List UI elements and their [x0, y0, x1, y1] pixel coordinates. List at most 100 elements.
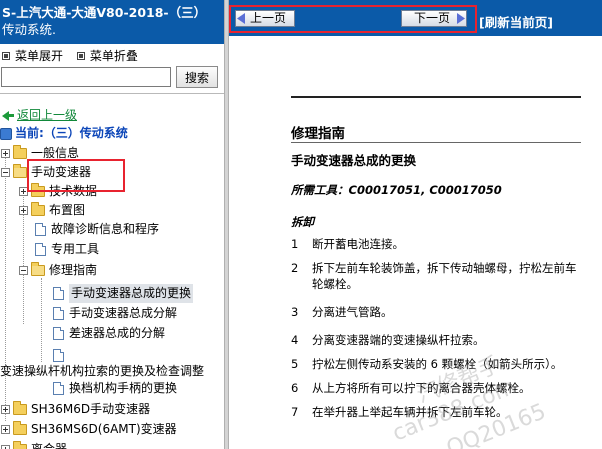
expand-toggle-icon[interactable]	[1, 405, 10, 414]
menu-toggle-row: 菜单展开 菜单折叠	[0, 47, 224, 65]
expand-toggle-icon[interactable]	[1, 425, 10, 434]
document-icon	[35, 243, 46, 256]
document-icon	[53, 327, 64, 340]
search-row: 搜索	[0, 66, 224, 88]
step-item: 2 拆下左前车轮装饰盖，拆下传动轴螺母，拧松左前车轮螺栓。	[291, 260, 581, 292]
collapse-all-icon	[76, 51, 85, 60]
tree-item-label: SH36MS6D(6AMT)变速器	[31, 422, 177, 436]
left-pane-header: S-上汽大通-大通V80-2018-（三） 传动系统.	[0, 0, 224, 44]
step-number: 3	[291, 305, 299, 319]
tree-item-transmission-replacement[interactable]: 手动变速器总成的更换	[53, 284, 194, 303]
document-title: 手动变速器总成的更换	[291, 153, 417, 168]
document-icon	[53, 307, 64, 320]
current-location-row: 当前:（三）传动系统	[0, 124, 128, 143]
tree-item-transmission-disassembly[interactable]: 手动变速器总成分解	[53, 304, 177, 323]
folder-open-icon	[13, 164, 27, 178]
removal-heading: 拆卸	[291, 215, 314, 229]
step-text: 拆下左前车轮装饰盖，拆下传动轴螺母，拧松左前车轮螺栓。	[312, 261, 577, 291]
step-text: 分离进气管路。	[312, 305, 393, 319]
expand-toggle-icon[interactable]	[19, 187, 28, 196]
required-tools: 所需工具：C00017051, C00017050	[291, 183, 502, 197]
step-text: 从上方将所有可以拧下的离合器壳体螺栓。	[312, 381, 531, 395]
step-number: 4	[291, 333, 299, 347]
menu-collapse-label: 菜单折叠	[89, 49, 138, 63]
folder-icon	[13, 421, 27, 435]
top-rule	[291, 96, 581, 98]
document-icon	[53, 349, 64, 362]
next-page-label: 下一页	[413, 11, 450, 25]
tree-item-label: 手动变速器总成分解	[69, 306, 178, 320]
collapse-toggle-icon[interactable]	[19, 266, 28, 275]
prev-page-label: 上一页	[250, 11, 287, 25]
expand-all-icon	[2, 51, 10, 60]
tree-item-label: 修理指南	[49, 263, 98, 277]
tree-item-label: 一般信息	[31, 146, 80, 160]
tree-item-label: 故障诊断信息和程序	[51, 222, 160, 236]
tree-item-label: 技术数据	[49, 184, 98, 198]
manual-title-line1: S-上汽大通-大通V80-2018-（三）	[2, 5, 207, 20]
step-number: 5	[291, 357, 299, 371]
back-link[interactable]: 返回上一级	[17, 106, 77, 125]
tree-item-sh36m6d[interactable]: SH36M6D手动变速器	[1, 400, 150, 419]
refresh-page-link[interactable]: [刷新当前页]	[479, 12, 553, 31]
document-icon	[35, 223, 46, 236]
tree-item-label: 专用工具	[51, 242, 100, 256]
document-pane: 上一页 下一页 [刷新当前页] 修理指南 手动变速器总成的更换 所需工具：C00…	[229, 0, 602, 449]
tree-item-sh36ms6d[interactable]: SH36MS6D(6AMT)变速器	[1, 420, 177, 439]
step-number: 2	[291, 261, 299, 275]
tree-item-label: 手动变速器	[31, 165, 92, 179]
step-item: 6 从上方将所有可以拧下的离合器壳体螺栓。	[291, 380, 581, 396]
tree-item-label: 换档机构手柄的更换	[69, 381, 178, 395]
folder-open-icon	[31, 262, 45, 276]
tree-item-manual-transmission[interactable]: 手动变速器	[1, 163, 91, 182]
tree-item-differential-disassembly[interactable]: 差速器总成的分解	[53, 324, 165, 343]
arrow-left-icon	[237, 13, 245, 24]
menu-expand-label: 菜单展开	[15, 49, 64, 63]
next-page-button[interactable]: 下一页	[401, 10, 467, 27]
step-item: 3 分离进气管路。	[291, 304, 581, 320]
step-text: 在举升器上举起车辆并拆下左前车轮。	[312, 405, 508, 419]
menu-collapse-button[interactable]: 菜单折叠	[75, 47, 138, 64]
search-input[interactable]	[1, 67, 171, 87]
section-rule	[291, 142, 581, 143]
arrow-right-icon	[457, 13, 465, 24]
tree-item-general-info[interactable]: 一般信息	[1, 144, 79, 163]
back-arrow-icon	[2, 110, 14, 121]
step-item: 4 分离变速器端的变速操纵杆拉索。	[291, 332, 581, 348]
document-icon	[53, 287, 64, 300]
expand-toggle-icon[interactable]	[1, 149, 10, 158]
manual-title-line2: 传动系统.	[2, 22, 56, 37]
tree-item-tech-data[interactable]: 技术数据	[19, 182, 97, 201]
step-text: 拧松左侧传动系安装的 6 颗螺栓（如箭头所示）。	[312, 357, 563, 371]
tree-item-shift-knob[interactable]: 换档机构手柄的更换	[53, 379, 177, 398]
document-toolbar: 上一页 下一页 [刷新当前页]	[229, 0, 602, 36]
tree-item-label: 布置图	[49, 203, 86, 217]
folder-icon	[13, 145, 27, 159]
back-link-row[interactable]: 返回上一级	[2, 106, 77, 125]
menu-expand-button[interactable]: 菜单展开	[0, 47, 63, 64]
expand-toggle-icon[interactable]	[1, 445, 10, 449]
collapse-toggle-icon[interactable]	[1, 168, 10, 177]
search-button[interactable]: 搜索	[176, 66, 218, 88]
tree-guide-line	[41, 278, 42, 362]
current-location-label: 当前:（三）传动系统	[15, 126, 128, 140]
folder-icon	[31, 183, 45, 197]
step-text: 分离变速器端的变速操纵杆拉索。	[312, 333, 485, 347]
step-number: 7	[291, 405, 299, 419]
book-icon	[0, 127, 12, 140]
tree-item-layout[interactable]: 布置图	[19, 201, 85, 220]
left-divider	[0, 93, 224, 94]
tree-item-repair-guide[interactable]: 修理指南	[19, 261, 97, 280]
step-item: 1 断开蓄电池连接。	[291, 236, 581, 252]
section-title: 修理指南	[291, 126, 345, 142]
folder-icon	[13, 401, 27, 415]
step-number: 1	[291, 237, 299, 251]
tree-item-clutch[interactable]: 离合器	[1, 440, 67, 449]
tree-item-label: 离合器	[31, 442, 68, 449]
expand-toggle-icon[interactable]	[19, 206, 28, 215]
prev-page-button[interactable]: 上一页	[235, 10, 295, 27]
tree-item-diagnostics[interactable]: 故障诊断信息和程序	[35, 220, 159, 239]
step-text: 断开蓄电池连接。	[312, 237, 404, 251]
tree-item-label: SH36M6D手动变速器	[31, 402, 151, 416]
tree-item-special-tools[interactable]: 专用工具	[35, 240, 99, 259]
